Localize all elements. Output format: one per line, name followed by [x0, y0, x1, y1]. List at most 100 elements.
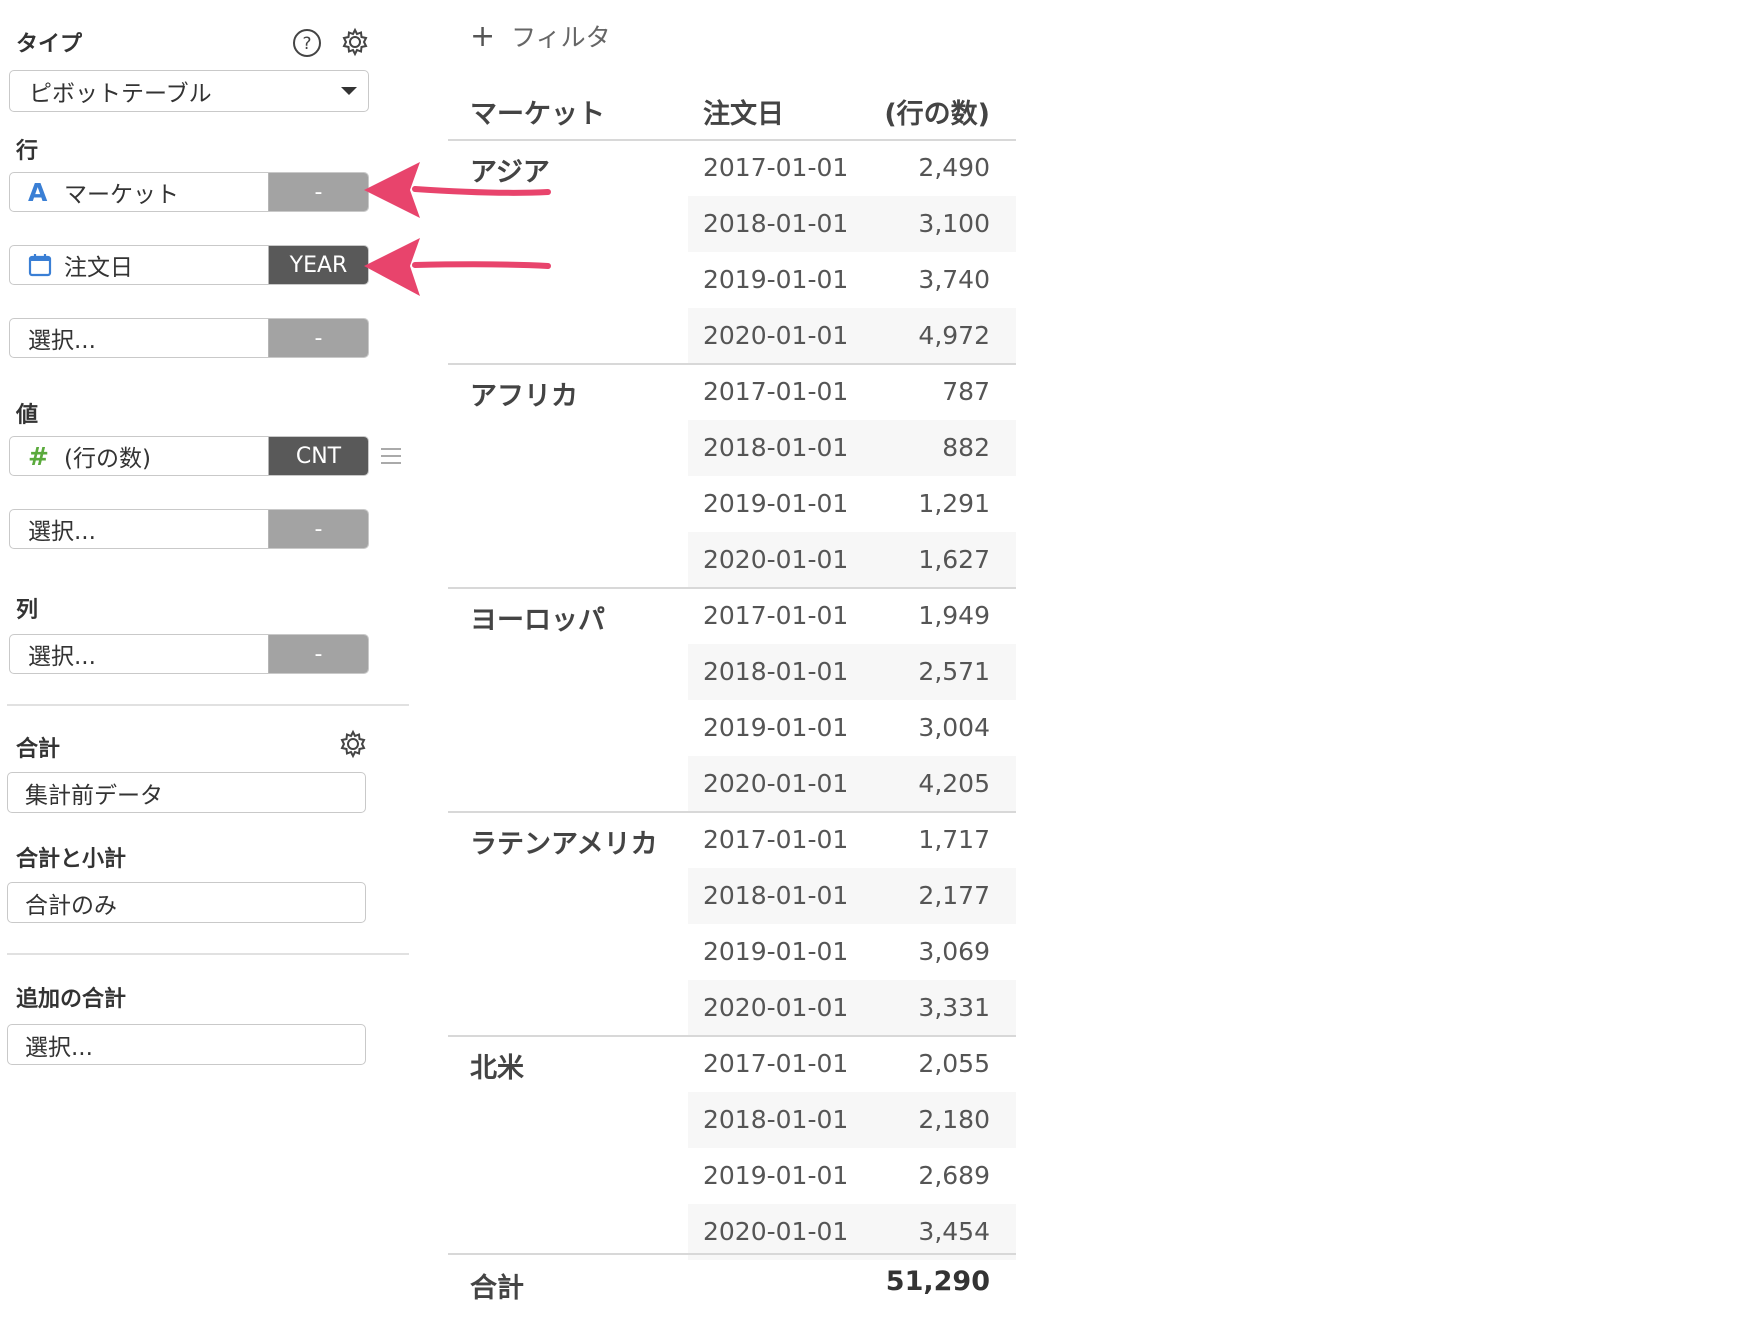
table-date-cell: 2020-01-01 — [703, 1217, 849, 1246]
table-count-cell: 4,972 — [918, 321, 990, 350]
values-label: 値 — [16, 403, 39, 428]
type-select-value: ピボットテーブル — [29, 81, 212, 107]
table-date-cell: 2018-01-01 — [703, 1105, 849, 1134]
help-icon[interactable]: ? — [292, 28, 322, 58]
row-field-order-date[interactable]: 注文日 YEAR — [9, 245, 369, 285]
columns-label: 列 — [16, 598, 39, 623]
table-count-cell: 2,180 — [918, 1105, 990, 1134]
panel-divider-2 — [7, 953, 409, 955]
table-count-cell: 2,055 — [918, 1049, 990, 1078]
value-field-count[interactable]: # (行の数) CNT — [9, 436, 369, 476]
table-count-cell: 787 — [942, 377, 990, 406]
table-date-cell: 2018-01-01 — [703, 209, 849, 238]
table-date-cell: 2020-01-01 — [703, 769, 849, 798]
value-field-select-placeholder: 選択... — [28, 519, 96, 545]
row-field-order-date-agg[interactable]: YEAR — [268, 246, 368, 284]
table-group-line — [448, 811, 1016, 813]
table-date-cell: 2019-01-01 — [703, 713, 849, 742]
table-total-label: 合計 — [470, 1273, 524, 1304]
table-date-cell: 2017-01-01 — [703, 153, 849, 182]
table-header-count: (行の数) — [884, 99, 990, 130]
table-group-line — [448, 1035, 1016, 1037]
table-date-cell: 2020-01-01 — [703, 321, 849, 350]
row-field-select-placeholder: 選択... — [28, 328, 96, 354]
table-count-cell: 2,689 — [918, 1161, 990, 1190]
table-count-cell: 3,740 — [918, 265, 990, 294]
total-subtotal-label: 合計と小計 — [16, 847, 127, 872]
table-total-value: 51,290 — [885, 1266, 990, 1297]
table-count-cell: 4,205 — [918, 769, 990, 798]
table-header-line — [448, 139, 1016, 141]
text-type-icon: A — [28, 177, 48, 207]
add-filter-label: フィルタ — [511, 23, 611, 52]
table-market-cell: 北米 — [470, 1053, 524, 1084]
table-count-cell: 3,069 — [918, 937, 990, 966]
total-subtotal-select[interactable]: 合計のみ — [7, 882, 366, 923]
table-header-market: マーケット — [470, 99, 605, 130]
table-date-cell: 2018-01-01 — [703, 881, 849, 910]
table-date-cell: 2019-01-01 — [703, 265, 849, 294]
table-group-line — [448, 363, 1016, 365]
table-total-line — [448, 1253, 1016, 1255]
table-date-cell: 2017-01-01 — [703, 825, 849, 854]
value-field-select-agg[interactable]: - — [268, 510, 368, 548]
table-count-cell: 3,100 — [918, 209, 990, 238]
table-date-cell: 2020-01-01 — [703, 545, 849, 574]
calendar-icon — [28, 253, 64, 277]
value-field-select[interactable]: 選択... - — [9, 509, 369, 549]
row-field-market-agg[interactable]: - — [268, 173, 368, 211]
table-date-cell: 2020-01-01 — [703, 993, 849, 1022]
table-date-cell: 2017-01-01 — [703, 601, 849, 630]
table-date-cell: 2017-01-01 — [703, 377, 849, 406]
table-date-cell: 2019-01-01 — [703, 937, 849, 966]
table-count-cell: 2,490 — [918, 153, 990, 182]
table-date-cell: 2018-01-01 — [703, 657, 849, 686]
table-count-cell: 1,291 — [918, 489, 990, 518]
additional-total-select[interactable]: 選択... — [7, 1024, 366, 1065]
settings-gear-icon[interactable] — [340, 27, 370, 57]
number-type-icon: # — [28, 441, 49, 471]
panel-divider — [7, 704, 409, 706]
column-field-select-agg[interactable]: - — [268, 635, 368, 673]
table-date-cell: 2019-01-01 — [703, 1161, 849, 1190]
table-count-cell: 2,571 — [918, 657, 990, 686]
table-date-cell: 2017-01-01 — [703, 1049, 849, 1078]
table-market-cell: ラテンアメリカ — [470, 829, 658, 860]
total-gear-icon[interactable] — [338, 729, 368, 759]
table-count-cell: 882 — [942, 433, 990, 462]
row-field-select-agg[interactable]: - — [268, 319, 368, 357]
column-field-select[interactable]: 選択... - — [9, 634, 369, 674]
table-header-order-date: 注文日 — [703, 99, 784, 130]
table-count-cell: 3,331 — [918, 993, 990, 1022]
row-field-order-date-name: 注文日 — [64, 255, 133, 281]
table-count-cell: 1,627 — [918, 545, 990, 574]
total-label: 合計 — [16, 737, 61, 762]
column-field-select-placeholder: 選択... — [28, 644, 96, 670]
value-field-count-name: (行の数) — [64, 446, 151, 472]
row-field-market[interactable]: A マーケット - — [9, 172, 369, 212]
table-date-cell: 2019-01-01 — [703, 489, 849, 518]
drag-handle-icon[interactable] — [380, 446, 402, 466]
annotation-arrow-order-date — [364, 238, 551, 296]
table-date-cell: 2018-01-01 — [703, 433, 849, 462]
rows-label: 行 — [16, 139, 39, 164]
additional-total-label: 追加の合計 — [16, 987, 127, 1012]
table-count-cell: 2,177 — [918, 881, 990, 910]
add-filter-button[interactable]: + フィルタ — [470, 18, 611, 54]
plus-icon: + — [470, 18, 496, 54]
type-label: タイプ — [16, 32, 83, 57]
chevron-down-icon — [341, 87, 357, 95]
row-field-select[interactable]: 選択... - — [9, 318, 369, 358]
table-group-line — [448, 587, 1016, 589]
type-select[interactable]: ピボットテーブル — [9, 70, 369, 112]
table-count-cell: 1,717 — [918, 825, 990, 854]
row-field-market-name: マーケット — [64, 182, 179, 208]
total-select[interactable]: 集計前データ — [7, 772, 366, 813]
table-count-cell: 1,949 — [918, 601, 990, 630]
table-count-cell: 3,454 — [918, 1217, 990, 1246]
table-market-cell: アフリカ — [470, 381, 578, 412]
table-market-cell: アジア — [470, 157, 550, 188]
table-count-cell: 3,004 — [918, 713, 990, 742]
value-field-count-agg[interactable]: CNT — [268, 437, 368, 475]
table-market-cell: ヨーロッパ — [470, 605, 605, 636]
